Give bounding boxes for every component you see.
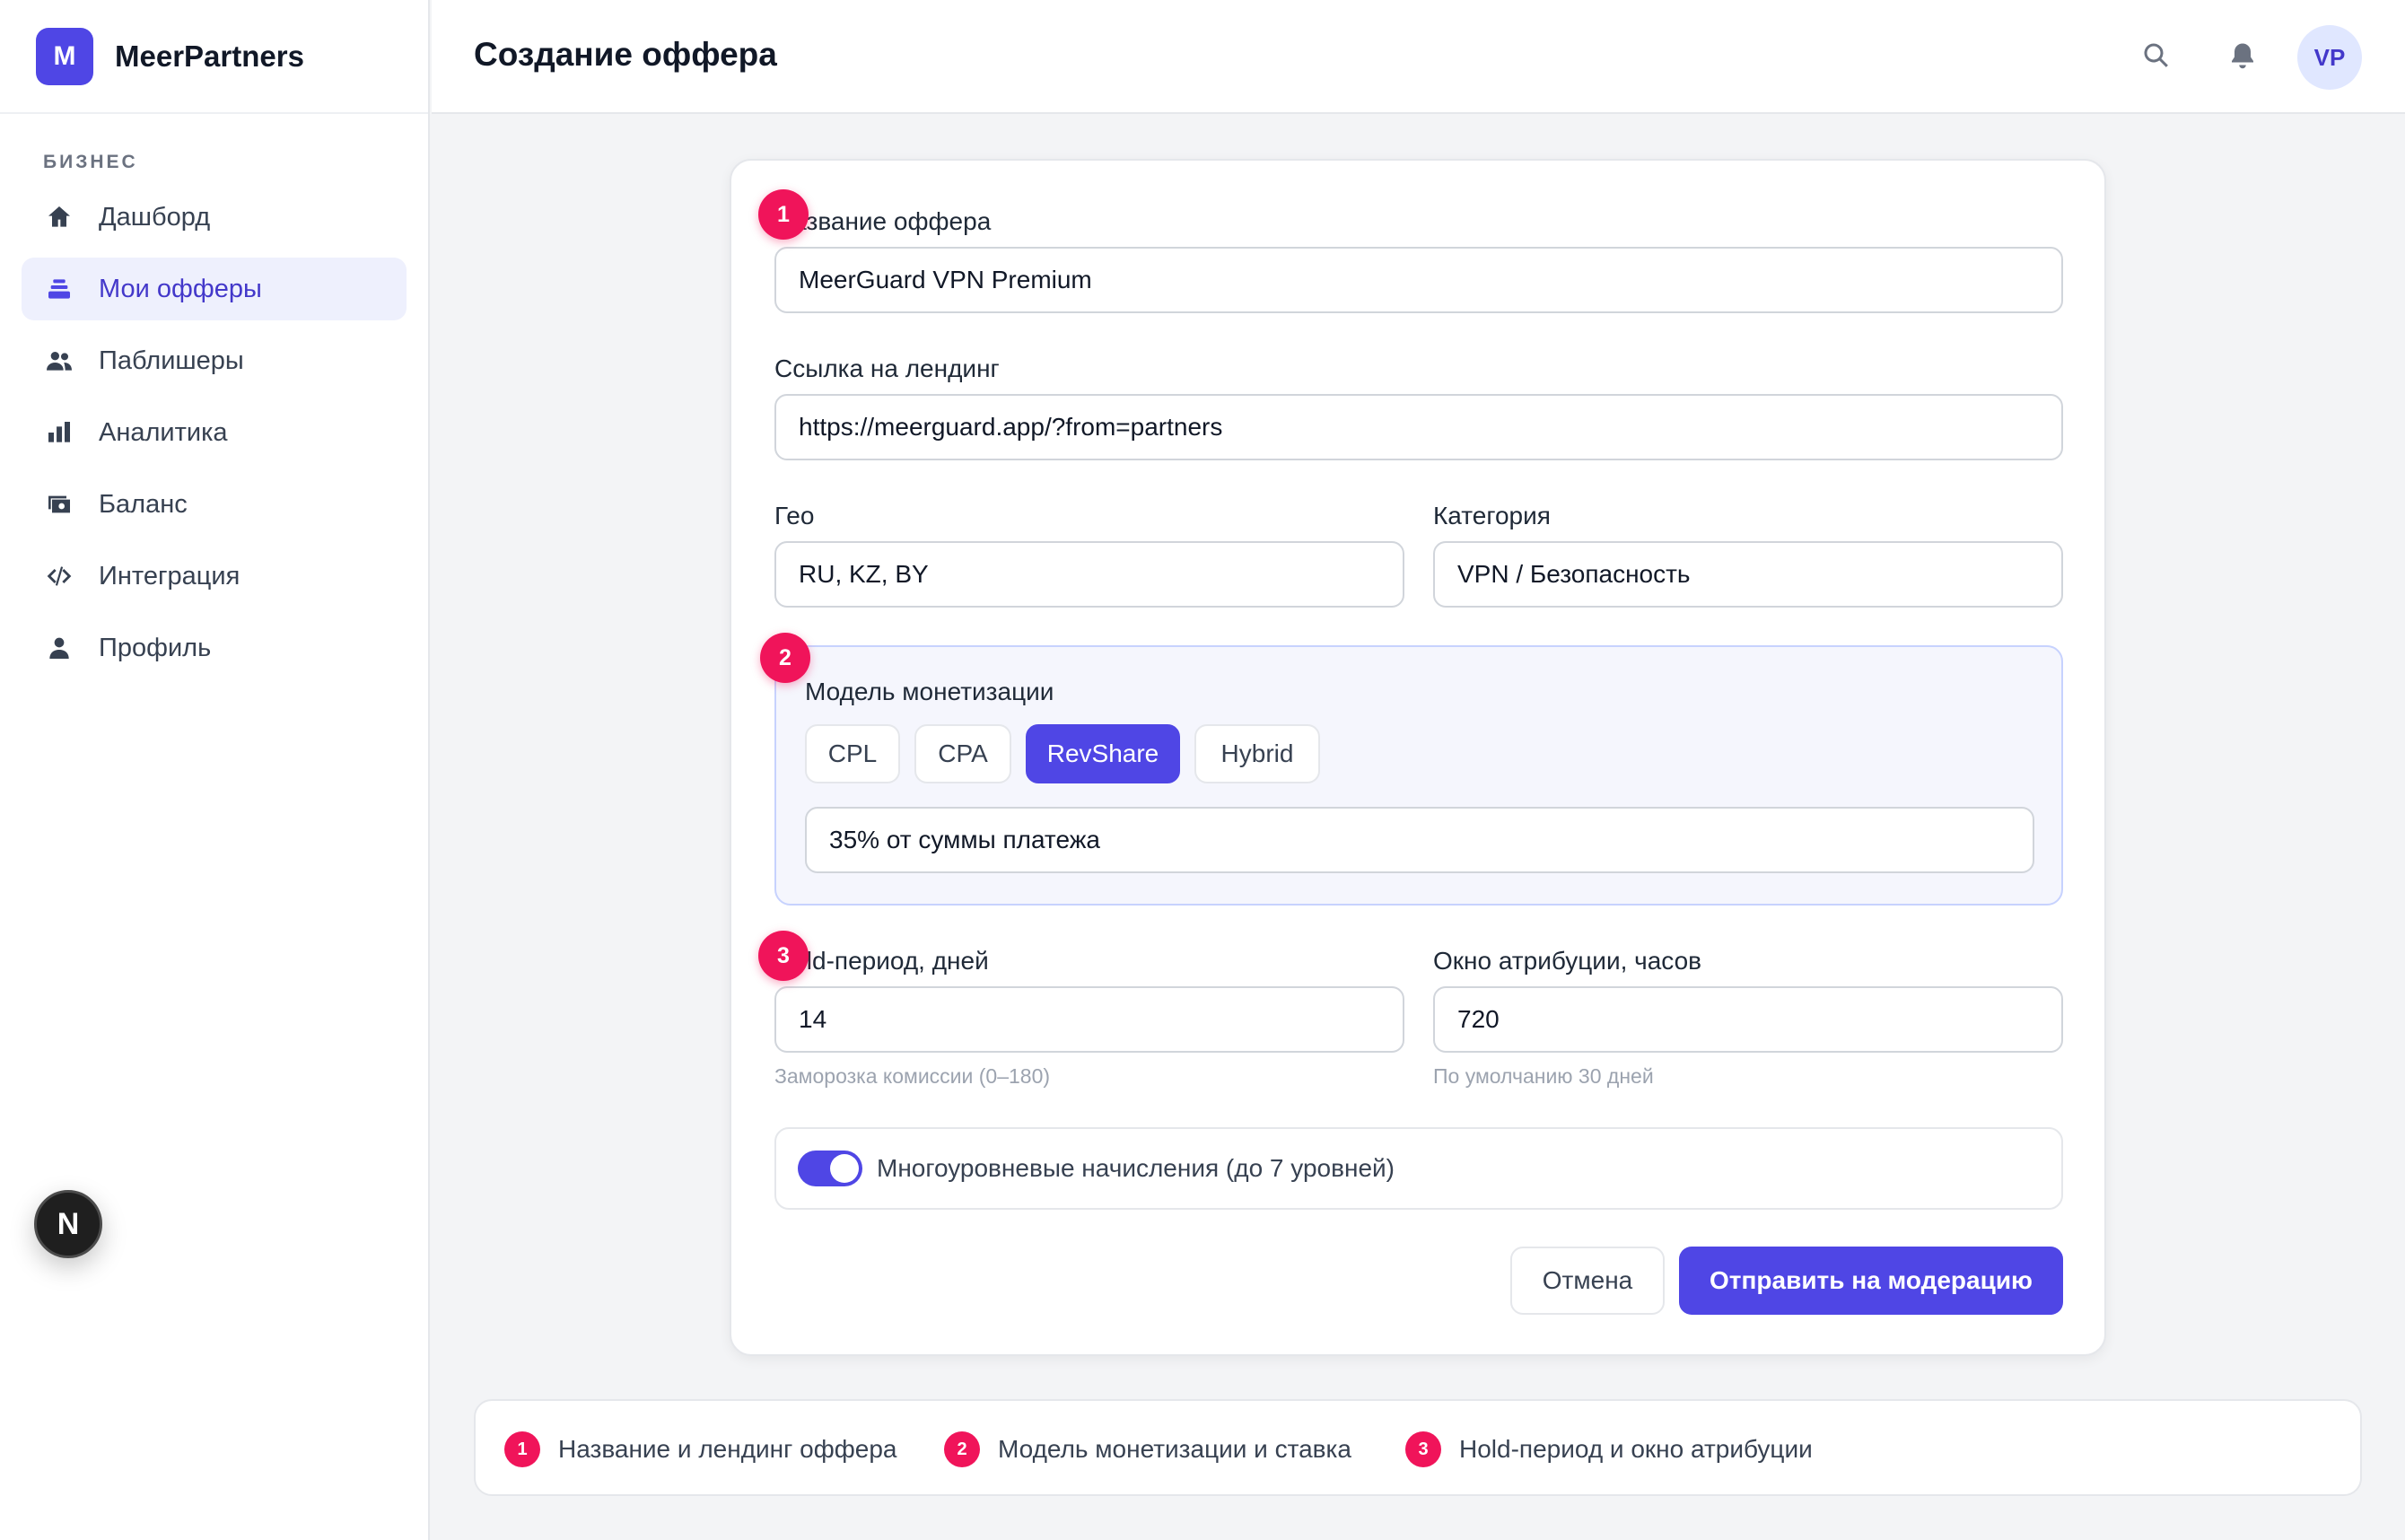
attribution-label: Окно атрибуции, часов (1433, 947, 1702, 975)
annotation-marker-3: 3 (758, 931, 809, 981)
legend-number: 3 (1405, 1431, 1441, 1467)
bell-icon[interactable] (2226, 39, 2259, 72)
code-icon (43, 560, 75, 592)
attribution-input[interactable]: 720 (1433, 986, 2063, 1053)
landing-url-input[interactable]: https://meerguard.app/?from=partners (774, 394, 2063, 460)
sidebar-item-my-offers[interactable]: Мои офферы (22, 258, 407, 320)
submit-moderation-button[interactable]: Отправить на модерацию (1679, 1247, 2063, 1315)
hold-period-input[interactable]: 14 (774, 986, 1404, 1053)
multilevel-row: Многоуровневые начисления (до 7 уровней) (774, 1127, 2063, 1210)
sidebar-item-profile[interactable]: Профиль (22, 617, 407, 679)
sidebar-item-dashboard[interactable]: Дашборд (22, 186, 407, 249)
monetization-panel: Модель монетизации CPL CPA RevShare Hybr… (774, 645, 2063, 906)
brand[interactable]: M MeerPartners (0, 0, 428, 114)
top-header: Создание оффера VP (432, 0, 2405, 114)
sidebar-item-integration[interactable]: Интеграция (22, 545, 407, 608)
sidebar-item-balance[interactable]: Баланс (22, 473, 407, 536)
attribution-hint: По умолчанию 30 дней (1433, 1064, 1654, 1088)
nav-section-title: БИЗНЕС (43, 152, 138, 172)
avatar[interactable]: VP (2297, 25, 2362, 90)
stack-icon (43, 273, 75, 305)
toggle-knob (830, 1154, 859, 1183)
cancel-button[interactable]: Отмена (1510, 1247, 1665, 1315)
legend-text: Модель монетизации и ставка (998, 1435, 1351, 1463)
monetization-label: Модель монетизации (805, 678, 1054, 705)
brand-logo: M (36, 27, 93, 85)
wallet-icon (43, 488, 75, 521)
monetization-option-revshare[interactable]: RevShare (1026, 724, 1180, 783)
geo-label: Гео (774, 502, 815, 529)
offer-name-input[interactable]: MeerGuard VPN Premium (774, 247, 2063, 313)
bar-chart-icon (43, 416, 75, 449)
monetization-option-cpl[interactable]: CPL (805, 724, 900, 783)
brand-name: MeerPartners (115, 39, 304, 73)
multilevel-label: Многоуровневые начисления (до 7 уровней) (877, 1154, 1395, 1182)
sidebar-nav: Дашборд Мои офферы Паблишеры Аналитика Б… (0, 186, 428, 679)
sidebar-item-label: Баланс (99, 489, 188, 519)
nextjs-badge-button[interactable]: N (34, 1190, 102, 1258)
legend-text: Hold-период и окно атрибуции (1459, 1435, 1813, 1463)
hold-period-hint: Заморозка комиссии (0–180) (774, 1064, 1051, 1088)
category-label: Категория (1433, 502, 1551, 529)
monetization-option-hybrid[interactable]: Hybrid (1194, 724, 1320, 783)
sidebar-item-label: Дашборд (99, 202, 211, 232)
legend-item: 1 Название и лендинг оффера (504, 1431, 897, 1467)
search-icon[interactable] (2140, 39, 2173, 72)
sidebar: M MeerPartners БИЗНЕС Дашборд Мои офферы… (0, 0, 430, 1540)
legend-item: 3 Hold-период и окно атрибуции (1405, 1431, 1813, 1467)
sidebar-item-publishers[interactable]: Паблишеры (22, 329, 407, 392)
page-title: Создание оффера (474, 36, 777, 73)
monetization-option-cpa[interactable]: CPA (914, 724, 1011, 783)
legend-text: Название и лендинг оффера (558, 1435, 897, 1463)
multilevel-toggle[interactable] (798, 1151, 862, 1186)
annotation-legend: 1 Название и лендинг оффера 2 Модель мон… (474, 1399, 2362, 1496)
landing-label: Ссылка на лендинг (774, 354, 1000, 382)
person-icon (43, 632, 75, 664)
home-icon (43, 201, 75, 233)
legend-number: 2 (944, 1431, 980, 1467)
category-input[interactable]: VPN / Безопасность (1433, 541, 2063, 608)
sidebar-item-label: Мои офферы (99, 274, 262, 303)
sidebar-item-label: Интеграция (99, 561, 240, 591)
legend-item: 2 Модель монетизации и ставка (944, 1431, 1351, 1467)
sidebar-item-analytics[interactable]: Аналитика (22, 401, 407, 464)
users-icon (43, 345, 75, 377)
geo-input[interactable]: RU, KZ, BY (774, 541, 1404, 608)
sidebar-item-label: Паблишеры (99, 346, 244, 375)
sidebar-item-label: Профиль (99, 633, 212, 662)
annotation-marker-1: 1 (758, 189, 809, 240)
sidebar-item-label: Аналитика (99, 417, 228, 447)
rate-input[interactable]: 35% от суммы платежа (805, 807, 2034, 873)
annotation-marker-2: 2 (760, 633, 810, 683)
legend-number: 1 (504, 1431, 540, 1467)
offer-form-card: Название оффера MeerGuard VPN Premium Сс… (730, 159, 2106, 1356)
